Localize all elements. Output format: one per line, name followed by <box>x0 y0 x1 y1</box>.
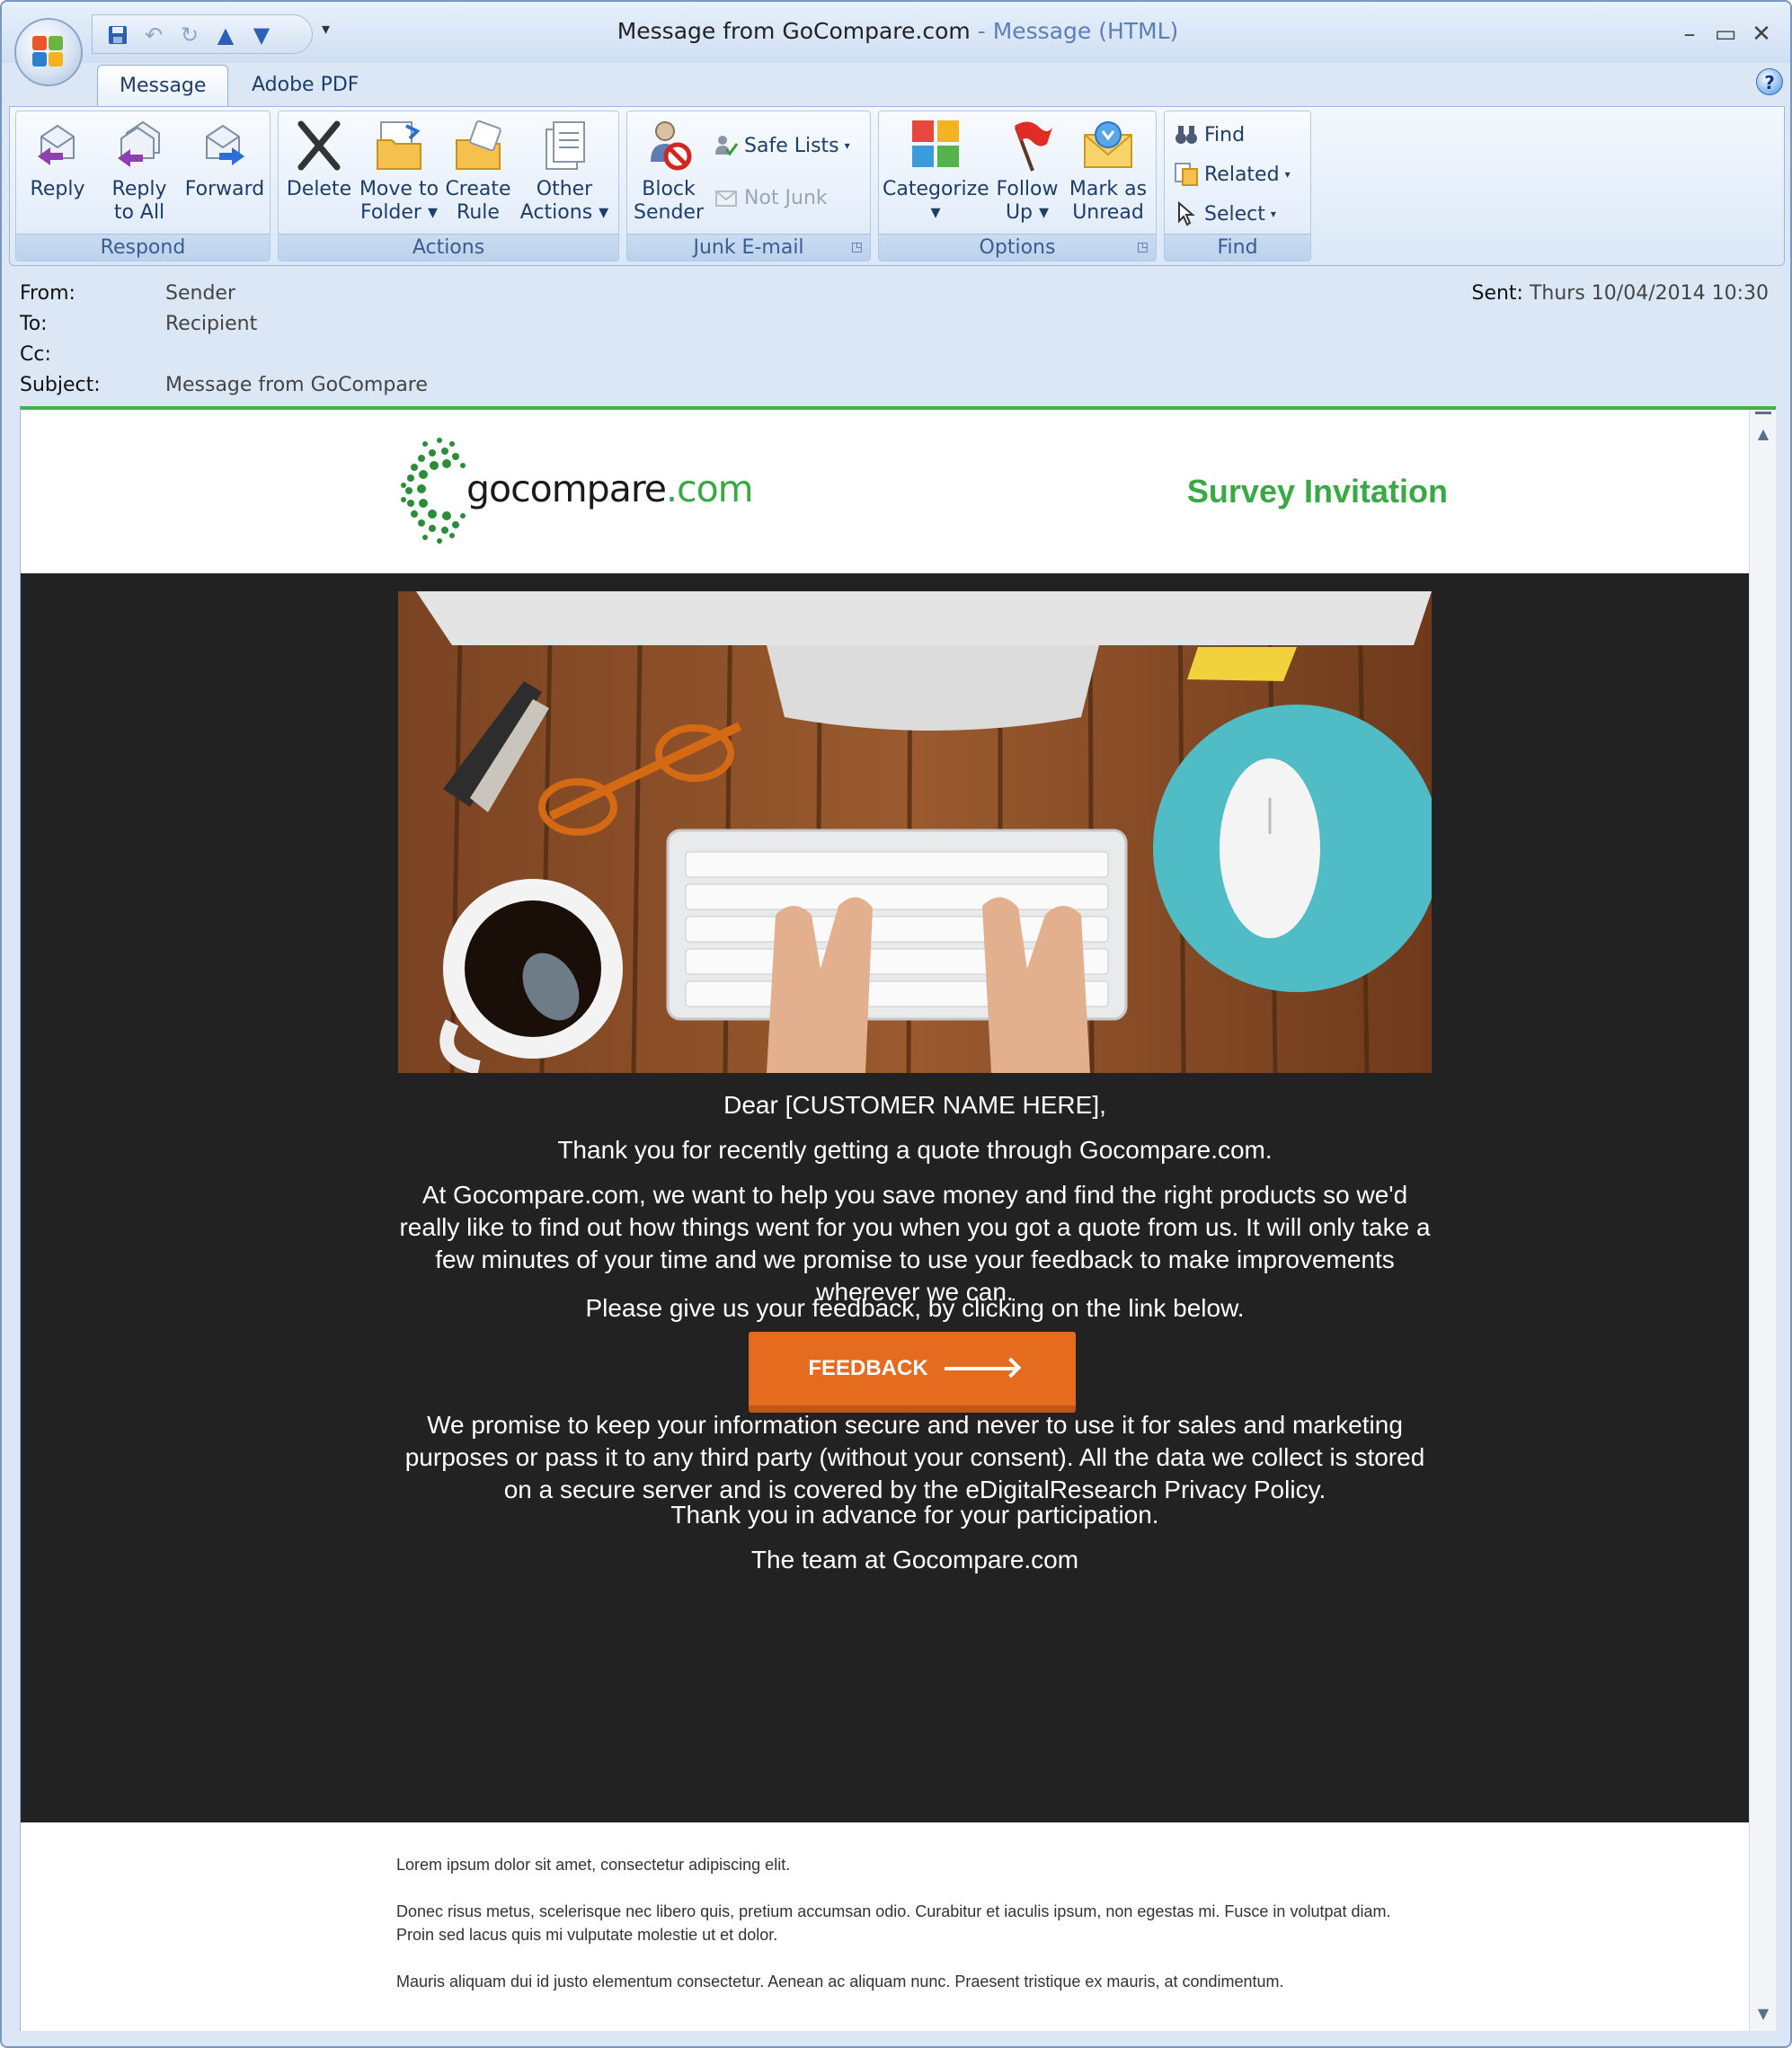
group-label-respond: Respond <box>16 234 270 261</box>
select-button[interactable]: Select ▾ <box>1174 199 1276 228</box>
outlook-message-window: ↶ ↻ ▲ ▼ ▾ Message from GoCompare.com - M… <box>0 0 1792 2048</box>
group-respond: Reply Reply to All Forward Respond <box>15 111 271 262</box>
reply-button[interactable]: Reply <box>22 117 93 201</box>
sent-value: Thurs 10/04/2014 10:30 <box>1529 282 1769 305</box>
block-sender-icon <box>642 117 696 174</box>
not-junk-icon <box>714 185 739 210</box>
group-label-junk-email: Junk E-mail <box>627 234 870 261</box>
tab-message[interactable]: Message <box>97 65 229 106</box>
from-value[interactable]: Sender <box>165 282 235 305</box>
group-label-options: Options <box>879 234 1156 261</box>
message-headers: From: Sender To: Recipient Cc: Subject: … <box>9 271 1785 406</box>
office-logo-icon <box>32 36 65 68</box>
reply-icon <box>31 117 84 174</box>
close-button[interactable]: ✕ <box>1743 18 1779 50</box>
tab-adobe-pdf[interactable]: Adobe PDF <box>230 65 380 106</box>
forward-icon <box>198 117 252 174</box>
desk-photo <box>398 591 1432 1073</box>
subject-row: Subject: Message from GoCompare <box>20 372 428 399</box>
related-icon <box>1174 162 1199 187</box>
options-dialog-launcher-icon[interactable]: ◳ <box>1137 240 1149 254</box>
move-folder-icon <box>372 117 426 174</box>
junk-dialog-launcher-icon[interactable]: ◳ <box>851 240 863 254</box>
follow-up-button[interactable]: Follow Up ▾ <box>992 117 1062 225</box>
privacy-paragraph: We promise to keep your information secu… <box>404 1411 1425 1503</box>
follow-up-flag-icon <box>1000 117 1054 174</box>
window-title: Message from GoCompare.com - Message (HT… <box>617 18 1179 44</box>
group-actions: Delete Move to Folder ▾ Create Rule Othe… <box>278 111 619 262</box>
cc-row: Cc: <box>20 341 159 368</box>
from-label: From: <box>20 282 75 305</box>
footer-paragraph-2: Donec risus metus, scelerisque nec liber… <box>396 1902 1391 1944</box>
find-button[interactable]: Find <box>1174 120 1245 149</box>
safe-lists-button[interactable]: Safe Lists ▾ <box>714 131 850 160</box>
scroll-down-icon[interactable]: ▼ <box>1750 2000 1776 2027</box>
email-footer: Lorem ipsum dolor sit amet, consectetur … <box>21 1822 1750 2031</box>
group-label-actions: Actions <box>279 234 618 261</box>
footer-paragraph-3: Mauris aliquam dui id justo elementum co… <box>396 1973 1284 1990</box>
binoculars-icon <box>1174 122 1199 147</box>
group-label-find: Find <box>1165 234 1310 261</box>
to-value[interactable]: Recipient <box>165 313 257 335</box>
survey-title: Survey Invitation <box>1186 473 1448 510</box>
to-label: To: <box>20 313 48 335</box>
email-header: gocompare.com Survey Invitation <box>21 410 1750 573</box>
footer-paragraph-1: Lorem ipsum dolor sit amet, consectetur … <box>396 1856 791 1874</box>
create-rule-button[interactable]: Create Rule <box>444 117 512 225</box>
block-sender-button[interactable]: Block Sender <box>633 117 705 225</box>
vertical-scrollbar[interactable]: ▲ ▼ <box>1749 410 1776 2031</box>
mark-unread-icon <box>1081 117 1135 174</box>
help-icon[interactable]: ? <box>1756 68 1783 95</box>
logo-wordmark: gocompare.com <box>466 467 754 510</box>
group-junk-email: Block Sender Safe Lists ▾ Not Junk Junk E… <box>626 111 871 262</box>
feedback-button[interactable]: FEEDBACK <box>749 1332 1076 1413</box>
move-to-folder-button[interactable]: Move to Folder ▾ <box>358 117 440 225</box>
cursor-arrow-icon <box>1174 200 1199 226</box>
other-actions-icon <box>537 117 591 174</box>
greeting-text: Dear [CUSTOMER NAME HERE], <box>723 1091 1106 1119</box>
hero-image <box>398 591 1432 1073</box>
sent-label: Sent: <box>1471 282 1523 305</box>
safe-lists-icon <box>714 133 739 158</box>
cc-label: Cc: <box>20 343 51 366</box>
to-row: To: Recipient <box>20 311 257 338</box>
arrow-right-icon <box>944 1367 1016 1370</box>
title-bar: ↶ ↻ ▲ ▼ ▾ Message from GoCompare.com - M… <box>2 2 1790 63</box>
office-button[interactable] <box>14 18 83 86</box>
categorize-icon <box>909 117 963 174</box>
subject-value: Message from GoCompare <box>165 374 428 396</box>
delete-button[interactable]: Delete <box>284 117 354 201</box>
subject-label: Subject: <box>20 374 101 396</box>
related-button[interactable]: Related ▾ <box>1174 160 1291 189</box>
not-junk-button[interactable]: Not Junk <box>714 183 828 212</box>
participation-text: Thank you in advance for your participat… <box>670 1501 1159 1529</box>
minimize-button[interactable]: – <box>1672 18 1708 50</box>
categorize-button[interactable]: Categorize ▾ <box>883 117 989 225</box>
scrollbar-top-marker <box>1755 412 1771 414</box>
group-options: Categorize ▾ Follow Up ▾ Mark as Unread … <box>878 111 1157 262</box>
forward-button[interactable]: Forward <box>183 117 266 201</box>
thank-you-text: Thank you for recently getting a quote t… <box>557 1136 1273 1164</box>
group-find: Find Related ▾ Select ▾ Find <box>1164 111 1311 262</box>
maximize-button[interactable]: ▭ <box>1708 18 1743 50</box>
reply-all-icon <box>112 117 166 174</box>
from-row: From: Sender <box>20 280 235 307</box>
gocompare-starburst-icon <box>401 438 466 544</box>
other-actions-button[interactable]: Other Actions ▾ <box>518 117 611 225</box>
signoff-text: The team at Gocompare.com <box>750 1546 1079 1574</box>
ribbon: Reply Reply to All Forward Respond Delet… <box>9 106 1785 266</box>
scroll-up-icon[interactable]: ▲ <box>1750 421 1776 448</box>
ribbon-tabs: Message Adobe PDF ? <box>2 63 1790 106</box>
mark-as-unread-button[interactable]: Mark as Unread <box>1066 117 1150 225</box>
reply-all-button[interactable]: Reply to All <box>99 117 180 225</box>
delete-icon <box>292 117 346 174</box>
gocompare-logo[interactable]: gocompare.com <box>398 428 754 563</box>
sent-row: Sent: Thurs 10/04/2014 10:30 <box>1471 280 1769 307</box>
message-body[interactable]: gocompare.com Survey Invitation Dear [CU… <box>20 406 1776 2031</box>
email-content-panel: Dear [CUSTOMER NAME HERE], Thank you for… <box>21 573 1750 1822</box>
intro-paragraph: At Gocompare.com, we want to help you sa… <box>399 1181 1431 1306</box>
feedback-prompt: Please give us your feedback, by clickin… <box>585 1294 1245 1322</box>
create-rule-icon <box>451 117 505 174</box>
